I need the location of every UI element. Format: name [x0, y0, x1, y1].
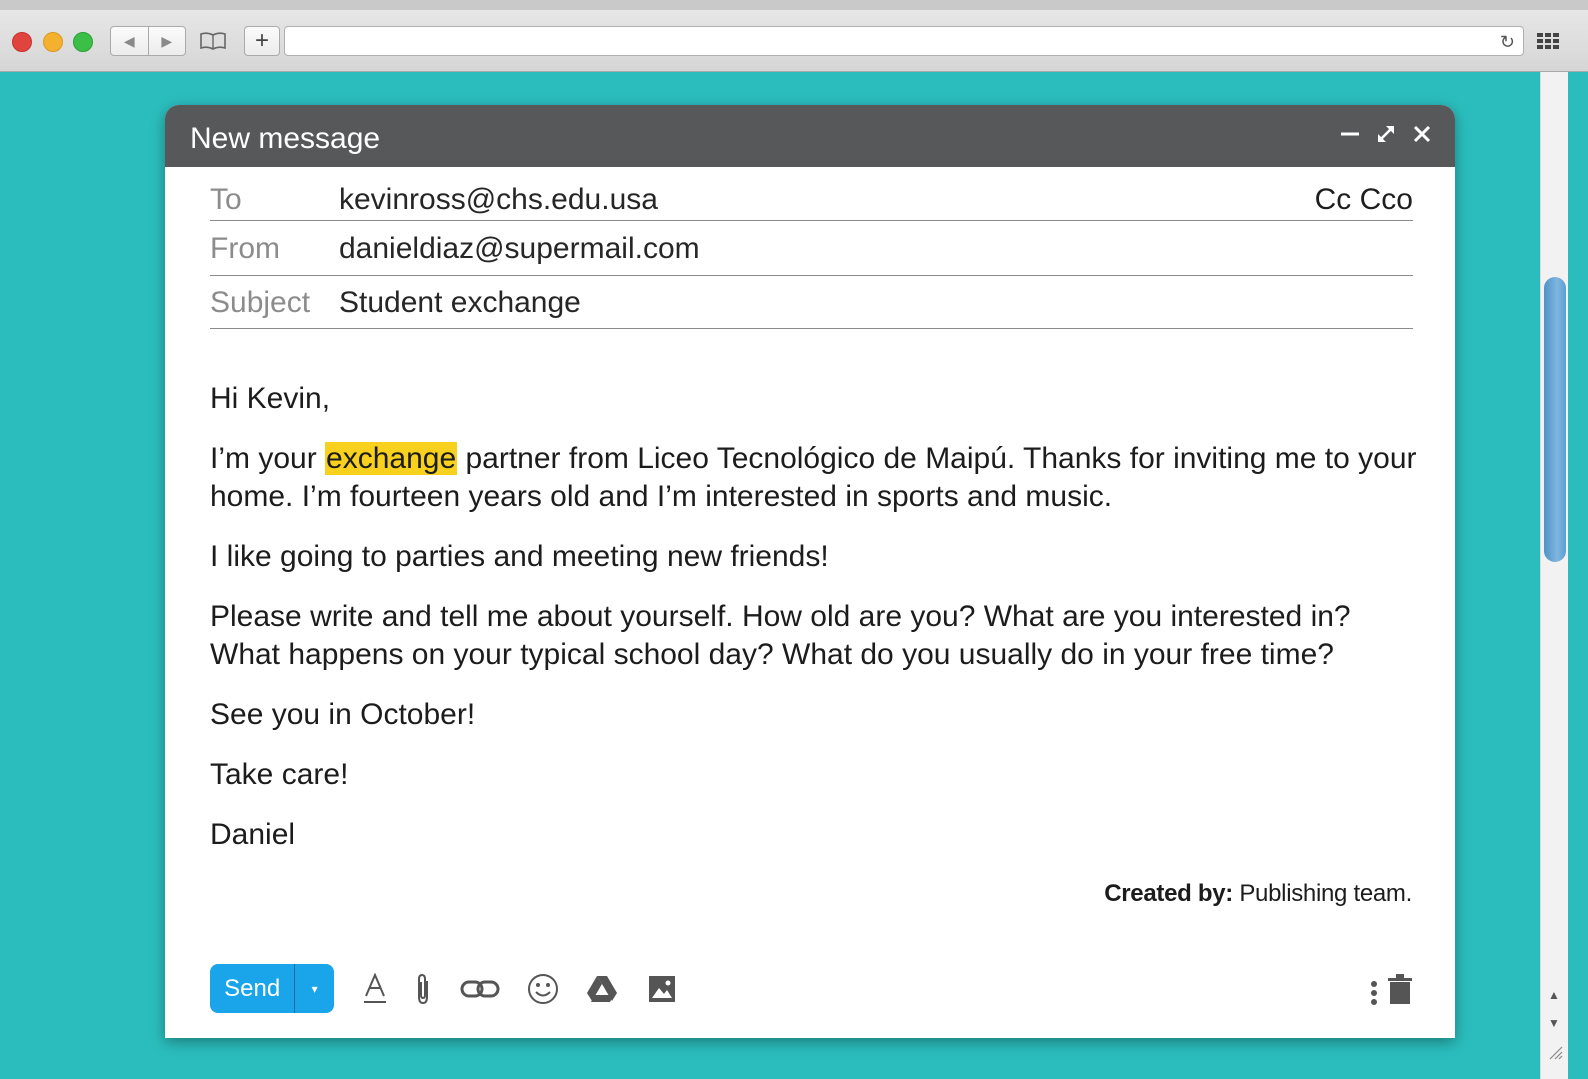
forward-button[interactable]: ▶ — [147, 27, 186, 55]
emoji-icon[interactable] — [526, 972, 560, 1006]
address-bar[interactable]: ↻ — [284, 26, 1524, 56]
highlighted-word: exchange — [325, 442, 458, 475]
to-label: To — [210, 183, 242, 216]
greeting: Hi Kevin, — [210, 382, 331, 415]
body-paragraph-5: Take care! — [210, 758, 349, 791]
minimize-icon[interactable] — [1339, 123, 1361, 145]
subject-row[interactable]: Subject Student exchange — [210, 276, 1413, 329]
credit-line: Created by: Publishing team. — [1104, 880, 1412, 908]
nav-button-group: ◀ ▶ — [110, 26, 186, 56]
attachment-icon[interactable] — [411, 972, 435, 1006]
scroll-up-arrow-icon[interactable]: ▲ — [1548, 988, 1560, 1002]
minimize-window-button[interactable] — [43, 32, 63, 52]
message-body[interactable]: Hi Kevin, I’m your exchange partner from… — [210, 380, 1420, 876]
header-fields: To kevinross@chs.edu.usa Cc Cco From dan… — [210, 167, 1413, 329]
drive-icon[interactable] — [585, 972, 619, 1006]
expand-icon[interactable] — [1375, 123, 1397, 145]
from-field[interactable]: danieldiaz@supermail.com — [339, 232, 700, 266]
window-controls — [1339, 123, 1433, 145]
scroll-down-arrow-icon[interactable]: ▼ — [1548, 1016, 1560, 1030]
compose-header: New message — [165, 105, 1455, 167]
body-paragraph-2: I like going to parties and meeting new … — [210, 540, 829, 573]
tab-overview-icon[interactable] — [1537, 33, 1559, 49]
p1-text-before: I’m your — [210, 442, 326, 475]
body-paragraph-4: See you in October! — [210, 698, 476, 731]
bookmarks-icon[interactable] — [199, 31, 227, 51]
compose-title: New message — [190, 122, 381, 155]
resize-grip-icon[interactable] — [1547, 1044, 1563, 1060]
back-button[interactable]: ◀ — [111, 27, 148, 55]
body-paragraph-1: I’m your exchange partner from Liceo Tec… — [210, 440, 1420, 516]
window-top-border — [0, 0, 1588, 10]
trash-icon[interactable] — [1388, 974, 1412, 1004]
reload-icon[interactable]: ↻ — [1500, 32, 1515, 53]
credit-value: Publishing team. — [1232, 880, 1412, 907]
subject-label: Subject — [210, 286, 311, 319]
text-format-icon[interactable] — [360, 972, 390, 1006]
image-icon[interactable] — [647, 972, 677, 1006]
new-tab-button[interactable]: + — [244, 26, 280, 56]
to-row[interactable]: To kevinross@chs.edu.usa Cc Cco — [210, 167, 1413, 221]
link-icon[interactable] — [459, 972, 501, 1006]
close-window-button[interactable] — [12, 32, 32, 52]
scrollbar-thumb[interactable] — [1544, 277, 1566, 562]
from-row[interactable]: From danieldiaz@supermail.com — [210, 221, 1413, 276]
signature: Daniel — [210, 818, 296, 851]
page-scrollbar[interactable]: ▲ ▼ — [1540, 72, 1568, 1079]
body-paragraph-3: Please write and tell me about yourself.… — [210, 600, 1351, 671]
credit-label: Created by: — [1104, 880, 1233, 907]
send-button[interactable]: Send — [210, 964, 294, 1013]
close-icon[interactable] — [1411, 123, 1433, 145]
from-label: From — [210, 232, 280, 265]
send-button-group: Send ▾ — [210, 964, 334, 1013]
to-field[interactable]: kevinross@chs.edu.usa — [339, 183, 658, 217]
send-options-dropdown[interactable]: ▾ — [294, 964, 334, 1013]
cc-cco-link[interactable]: Cc Cco — [1315, 183, 1413, 217]
more-options-icon[interactable] — [1370, 980, 1378, 1006]
zoom-window-button[interactable] — [73, 32, 93, 52]
subject-field[interactable]: Student exchange — [339, 286, 581, 320]
browser-toolbar: ◀ ▶ + ↻ — [0, 0, 1588, 72]
compose-window: New message To kevinross@chs.edu.usa Cc … — [165, 105, 1455, 1038]
